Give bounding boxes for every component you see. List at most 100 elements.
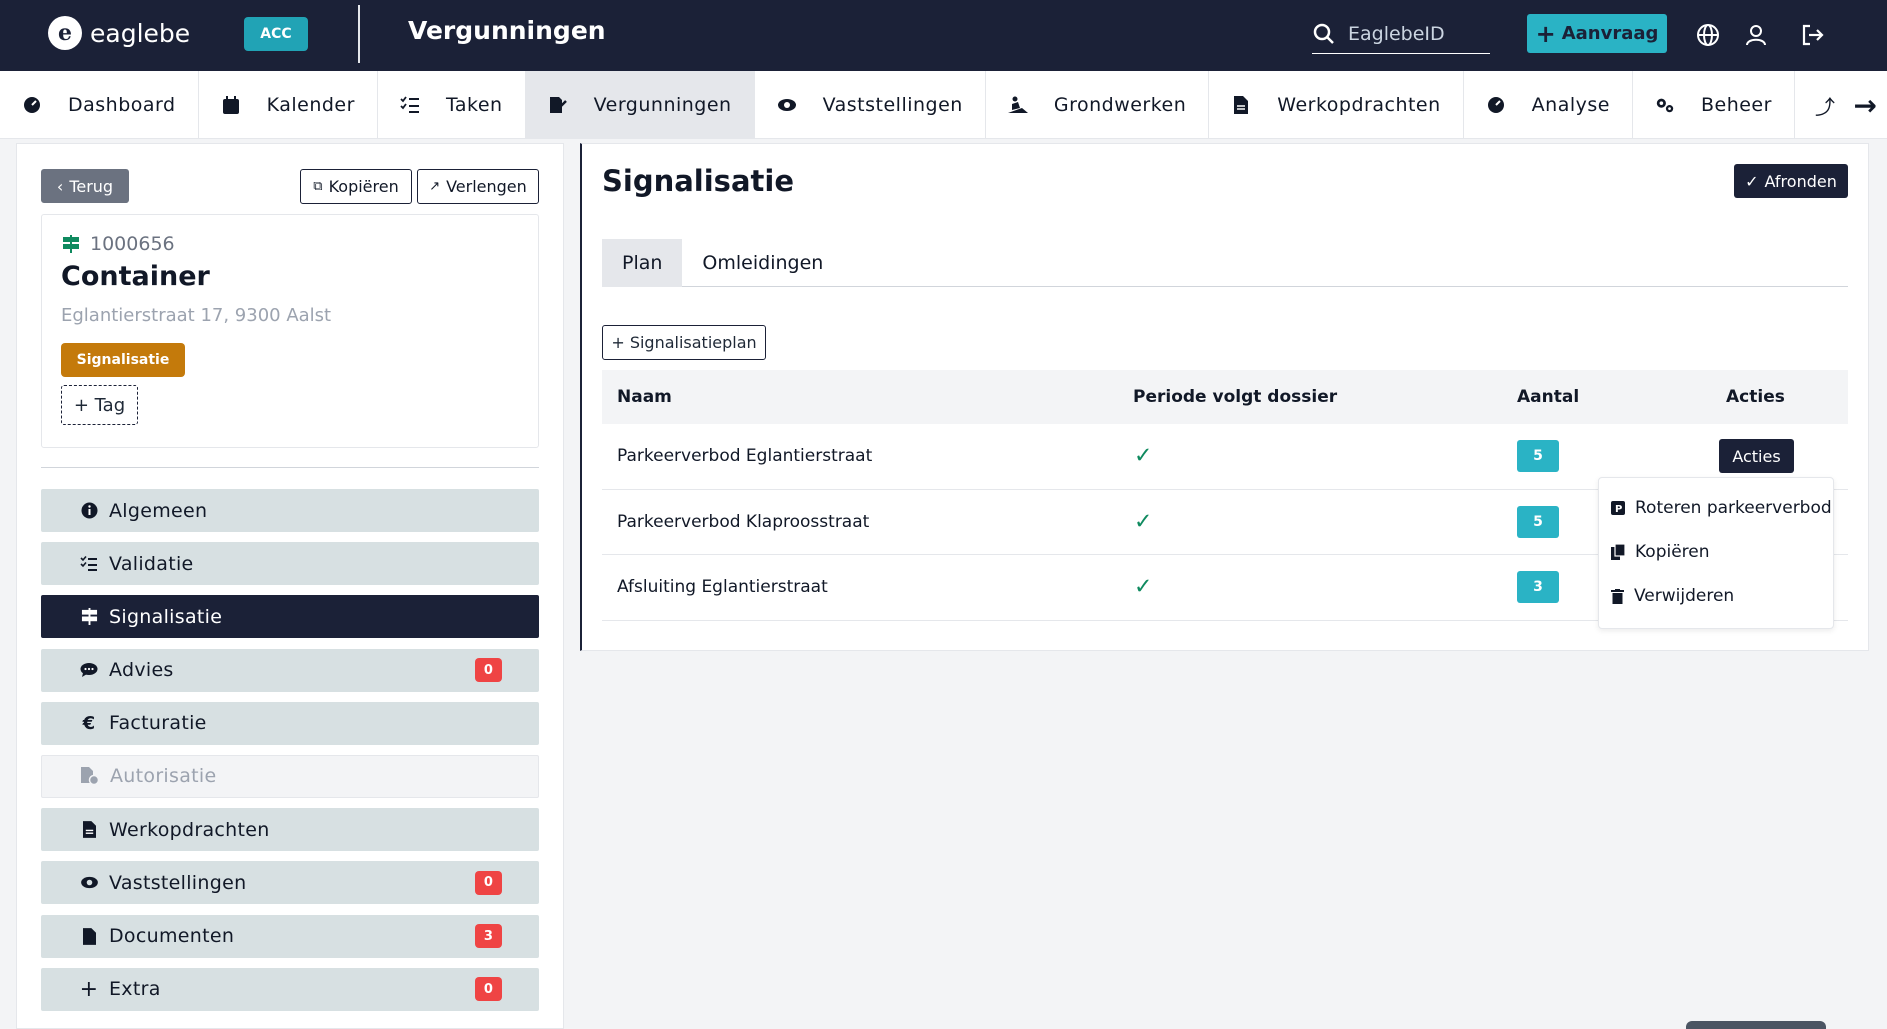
sidebar-item-algemeen[interactable]: Algemeen (41, 489, 539, 532)
add-tag-button[interactable]: + Tag (61, 385, 138, 425)
document-icon (79, 821, 99, 838)
arrow-right-icon[interactable]: → (1853, 89, 1877, 122)
copy-button[interactable]: ⧉ Kopiëren (300, 169, 412, 204)
search-icon (1313, 23, 1334, 44)
row-name: Afsluiting Eglantierstraat (617, 577, 828, 598)
nav-item-analyse[interactable]: Analyse (1464, 71, 1633, 139)
count-badge: 3 (1517, 571, 1559, 604)
nav-overflow[interactable]: ⤴ → (1795, 71, 1877, 139)
finish-button[interactable]: ✓ Afronden (1734, 164, 1848, 198)
nav-item-beheer[interactable]: Beheer (1633, 71, 1795, 139)
panel-title: Signalisatie (602, 164, 794, 198)
copy-label: Kopiëren (328, 177, 399, 196)
sidebar-item-werkopdrachten[interactable]: Werkopdrachten (41, 808, 539, 852)
chevron-left-icon: ‹ (56, 176, 64, 196)
column-header-periode: Periode volgt dossier (1133, 387, 1338, 407)
sidebar-menu: Algemeen Validatie Signalisatie Advies 0… (41, 489, 539, 1021)
permit-address: Eglantierstraat 17, 9300 Aalst (61, 305, 332, 326)
tag-badge[interactable]: Signalisatie (61, 343, 185, 377)
nav-item-kalender[interactable]: Kalender (199, 71, 378, 139)
sidebar-item-vaststellingen[interactable]: Vaststellingen 0 (41, 861, 539, 905)
count-badge: 0 (475, 977, 502, 1002)
dashboard-icon (22, 95, 42, 115)
nav-item-taken[interactable]: Taken (378, 71, 526, 139)
search-field[interactable] (1312, 14, 1490, 54)
copy-icon: ⧉ (313, 179, 323, 194)
menu-item-kopieren[interactable]: Kopiëren (1611, 542, 1710, 562)
bottom-scroll-handle[interactable] (1686, 1021, 1826, 1029)
row-name: Parkeerverbod Klaproosstraat (617, 511, 870, 532)
count-badge: 0 (475, 870, 502, 895)
count-badge: 0 (475, 658, 502, 683)
nav-item-grondwerken[interactable]: Grondwerken (986, 71, 1210, 139)
signpost-icon (79, 608, 99, 626)
sidebar-item-label: Documenten (109, 925, 235, 947)
document-icon (1231, 95, 1251, 115)
sidebar-item-signalisatie[interactable]: Signalisatie (41, 595, 539, 639)
count-badge: 3 (475, 924, 502, 948)
count-badge: 5 (1517, 440, 1559, 473)
logo[interactable]: e eaglebe (48, 16, 190, 50)
user-icon[interactable] (1742, 21, 1770, 49)
nav-label: Vaststellingen (822, 94, 963, 116)
actions-dropdown-menu: P Roteren parkeerverbod Kopiëren Verwijd… (1598, 477, 1834, 629)
sidebar-item-label: Vaststellingen (109, 871, 247, 894)
nav-label: Grondwerken (1053, 94, 1187, 116)
new-request-label: Aanvraag (1561, 23, 1659, 44)
header-divider (358, 5, 360, 63)
menu-item-label: Kopiëren (1635, 542, 1710, 562)
check-icon: ✓ (1134, 443, 1153, 469)
finish-label: Afronden (1764, 171, 1837, 191)
sidebar-item-advies[interactable]: Advies 0 (41, 648, 539, 692)
permit-id: 1000656 (62, 233, 175, 255)
add-signalisatieplan-button[interactable]: + Signalisatieplan (602, 325, 766, 360)
sidebar-item-label: Advies (109, 659, 174, 682)
nav-label: Beheer (1700, 94, 1772, 116)
file-icon (79, 927, 99, 945)
main-navigation: Dashboard Kalender Taken Vergunningen Va… (0, 71, 1887, 139)
sidebar-item-documenten[interactable]: Documenten 3 (41, 914, 539, 958)
back-button[interactable]: ‹ Terug (41, 169, 129, 203)
acties-button[interactable]: Acties (1719, 439, 1794, 474)
globe-icon[interactable] (1694, 21, 1722, 49)
sidebar-item-validatie[interactable]: Validatie (41, 542, 539, 586)
eye-icon (79, 876, 99, 889)
new-request-button[interactable]: + Aanvraag (1527, 14, 1667, 53)
sidebar-item-label: Signalisatie (109, 605, 223, 628)
nav-item-dashboard[interactable]: Dashboard (0, 71, 199, 139)
trash-icon (1611, 588, 1624, 604)
menu-item-roteren[interactable]: P Roteren parkeerverbod (1611, 498, 1832, 518)
nav-label: Analyse (1531, 94, 1610, 116)
nav-item-vergunningen[interactable]: Vergunningen (525, 71, 755, 139)
sidebar-item-facturatie[interactable]: € Facturatie (41, 701, 539, 745)
permit-card: 1000656 Container Eglantierstraat 17, 93… (41, 214, 539, 448)
logout-icon[interactable] (1799, 21, 1827, 49)
search-input[interactable] (1348, 22, 1478, 45)
nav-item-vaststellingen[interactable]: Vaststellingen (755, 71, 986, 139)
check-icon: ✓ (1745, 171, 1759, 191)
tasks-icon (400, 95, 420, 115)
checklist-icon (79, 555, 99, 572)
nav-label: Werkopdrachten (1277, 94, 1441, 116)
extend-button[interactable]: ↗ Verlengen (417, 169, 539, 204)
euro-icon: € (82, 712, 96, 734)
tab-omleidingen[interactable]: Omleidingen (682, 239, 843, 287)
sidebar-divider (41, 467, 539, 468)
permit-sidebar: ‹ Terug ⧉ Kopiëren ↗ Verlengen 1000656 C… (16, 143, 564, 1029)
nav-item-werkopdrachten[interactable]: Werkopdrachten (1209, 71, 1464, 139)
copy-icon (1611, 544, 1625, 560)
sidebar-item-label: Extra (109, 978, 161, 1001)
menu-item-label: Roteren parkeerverbod (1635, 498, 1832, 518)
menu-item-verwijderen[interactable]: Verwijderen (1611, 586, 1734, 606)
menu-item-label: Verwijderen (1634, 586, 1735, 606)
count-badge: 5 (1517, 505, 1559, 538)
sidebar-item-extra[interactable]: + Extra 0 (41, 967, 539, 1011)
check-icon: ✓ (1134, 509, 1153, 535)
cogs-icon (1655, 95, 1675, 115)
nav-label: Kalender (266, 94, 355, 116)
row-name: Parkeerverbod Eglantierstraat (617, 446, 873, 467)
plus-icon: + (79, 976, 99, 1002)
plus-icon: + (1535, 19, 1556, 48)
tab-plan[interactable]: Plan (602, 239, 683, 287)
top-bar: e eaglebe ACC Vergunningen + Aanvraag (0, 0, 1887, 71)
